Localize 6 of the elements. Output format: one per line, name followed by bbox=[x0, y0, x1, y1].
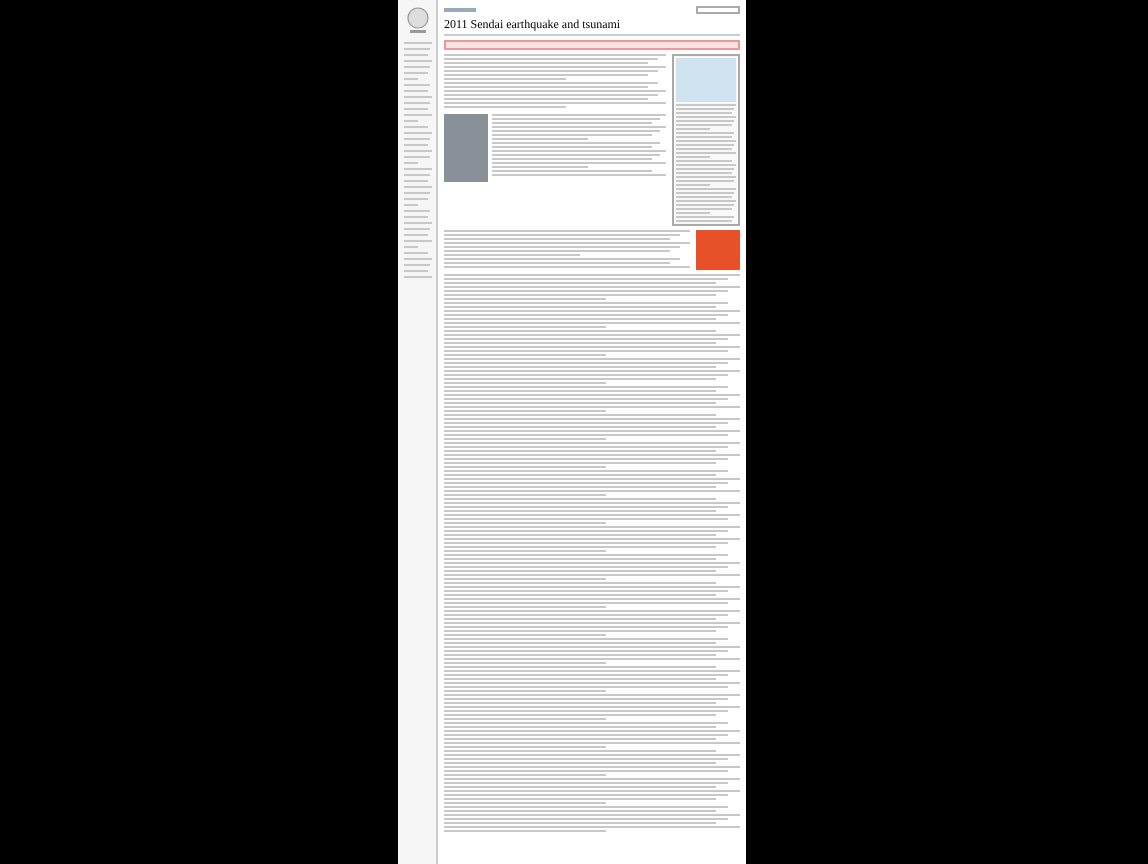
map-placeholder bbox=[676, 58, 736, 102]
globe-logo-icon[interactable] bbox=[405, 6, 429, 34]
search-field[interactable] bbox=[696, 6, 740, 14]
photo-placeholder bbox=[444, 114, 488, 182]
infobox-text-drawing bbox=[676, 104, 736, 222]
heat-map-placeholder bbox=[696, 230, 740, 270]
